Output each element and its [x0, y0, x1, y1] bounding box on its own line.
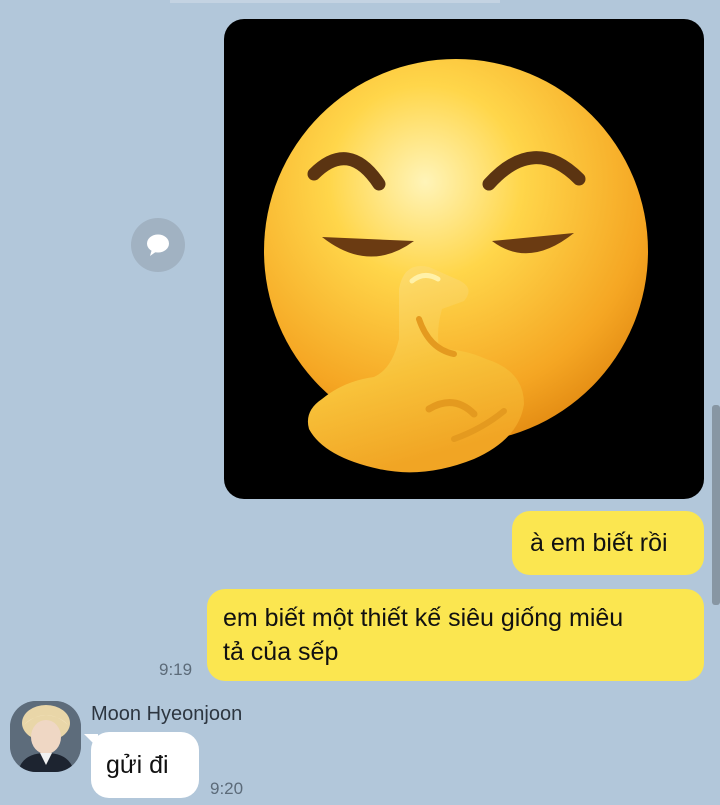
message-text-line: gửi đi	[106, 751, 169, 779]
scrollbar-thumb[interactable]	[712, 405, 720, 605]
message-bubble-design-description[interactable]: em biết một thiết kế siêu giống miêu tả …	[207, 589, 704, 681]
message-text-line: tả của sếp	[223, 638, 339, 666]
shushing-smirk-face-sticker[interactable]	[224, 19, 704, 499]
message-timestamp: 9:20	[210, 779, 244, 798]
message-bubble-incoming[interactable]: gửi đi	[91, 732, 199, 798]
avatar[interactable]	[10, 701, 81, 772]
share-button[interactable]	[131, 218, 185, 272]
speech-bubble-icon	[147, 234, 169, 256]
previous-message-edge	[170, 0, 500, 3]
message-text-line: em biết một thiết kế siêu giống miêu	[223, 604, 624, 632]
message-text-line: à em biết rồi	[530, 529, 668, 557]
sender-name: Moon Hyeonjoon	[91, 703, 243, 725]
message-bubble-short-reply[interactable]: à em biết rồi	[512, 511, 704, 575]
message-timestamp: 9:19	[159, 660, 193, 679]
